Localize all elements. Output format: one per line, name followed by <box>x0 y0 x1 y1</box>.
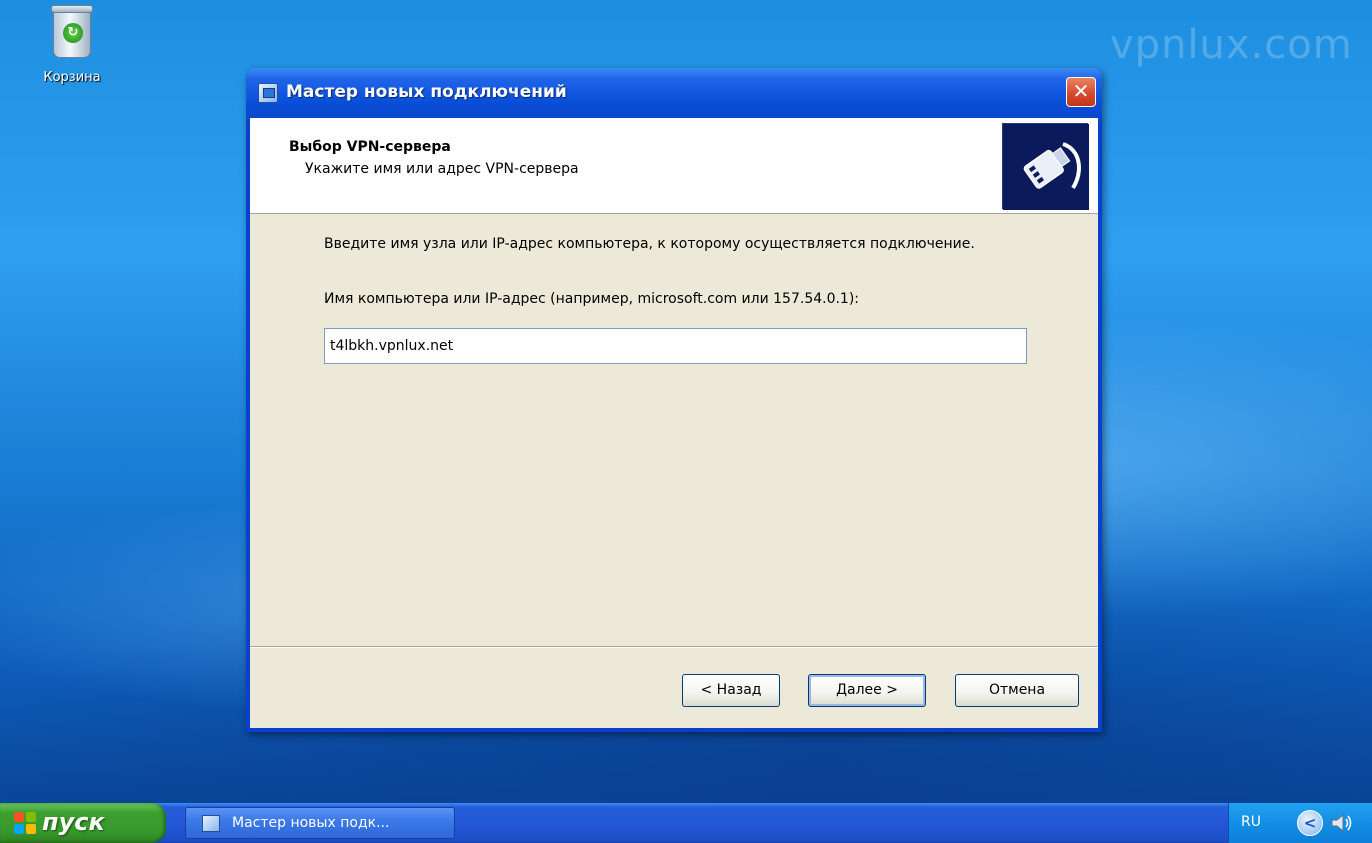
close-button[interactable]: ✕ <box>1066 77 1096 107</box>
instruction-text: Введите имя узла или IP-адрес компьютера… <box>324 236 975 252</box>
taskbar-item-label: Мастер новых подк... <box>232 815 390 831</box>
window-title: Мастер новых подключений <box>286 82 567 102</box>
wizard-page-title: Выбор VPN-сервера <box>289 139 451 155</box>
start-button[interactable]: пуск <box>0 803 166 843</box>
new-connection-wizard-window: Мастер новых подключений ✕ Выбор VPN-сер… <box>246 68 1102 732</box>
server-address-input[interactable] <box>324 328 1027 364</box>
wizard-icon <box>202 815 220 832</box>
windows-flag-icon <box>14 812 36 834</box>
back-button[interactable]: < Назад <box>682 674 780 707</box>
watermark: vpnlux.com <box>1110 22 1353 68</box>
start-label: пуск <box>42 808 105 836</box>
wizard-icon <box>258 83 278 103</box>
taskbar: пуск Мастер новых подк... RU < <box>0 803 1372 843</box>
window-titlebar[interactable]: Мастер новых подключений ✕ <box>246 68 1102 124</box>
cancel-button[interactable]: Отмена <box>955 674 1079 707</box>
server-field-label: Имя компьютера или IP-адрес (например, m… <box>324 291 860 307</box>
desktop-icon-recycle-bin[interactable]: ↻ Корзина <box>30 5 114 85</box>
wizard-header: Выбор VPN-сервера Укажите имя или адрес … <box>250 118 1098 214</box>
recycle-bin-icon: ↻ <box>51 5 93 58</box>
network-plug-icon <box>1002 123 1089 210</box>
wizard-client-area: Выбор VPN-сервера Укажите имя или адрес … <box>250 118 1098 728</box>
language-indicator[interactable]: RU <box>1241 814 1261 830</box>
button-separator <box>250 646 1098 648</box>
speaker-icon[interactable] <box>1329 812 1353 834</box>
system-tray: RU < <box>1228 803 1372 843</box>
desktop: vpnlux.com ↻ Корзина Мастер новых подклю… <box>0 0 1372 803</box>
taskbar-item-wizard[interactable]: Мастер новых подк... <box>185 807 455 839</box>
desktop-icon-label: Корзина <box>43 70 101 85</box>
next-button[interactable]: Далее > <box>808 674 926 707</box>
wizard-page-subtitle: Укажите имя или адрес VPN-сервера <box>305 161 579 177</box>
tray-expand-button[interactable]: < <box>1297 810 1323 836</box>
